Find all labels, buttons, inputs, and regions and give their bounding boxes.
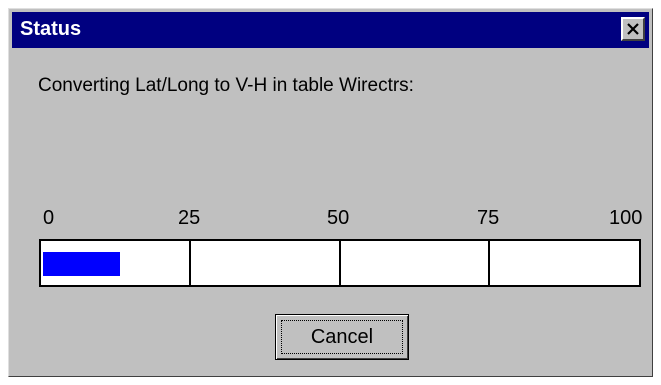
progress-scale: 0 25 50 75 100 xyxy=(39,207,644,235)
progress-fill xyxy=(43,252,120,276)
scale-label-100: 100 xyxy=(609,207,643,229)
progress-bar xyxy=(39,239,641,287)
scale-label-50: 50 xyxy=(327,207,350,229)
scale-label-25: 25 xyxy=(178,207,201,229)
progress-divider-50 xyxy=(339,241,341,285)
status-dialog: Status Converting Lat/Long to V-H in tab… xyxy=(8,8,653,377)
scale-label-75: 75 xyxy=(477,207,500,229)
progress-divider-25 xyxy=(189,241,191,285)
cancel-button-label: Cancel xyxy=(310,325,374,348)
progress-divider-75 xyxy=(488,241,490,285)
scale-label-0: 0 xyxy=(43,207,55,229)
close-button[interactable] xyxy=(621,17,645,41)
status-message: Converting Lat/Long to V-H in table Wire… xyxy=(38,75,414,96)
title-bar[interactable]: Status xyxy=(12,12,649,48)
dialog-title: Status xyxy=(20,18,82,40)
cancel-button[interactable]: Cancel xyxy=(275,314,409,360)
close-icon xyxy=(627,23,639,35)
